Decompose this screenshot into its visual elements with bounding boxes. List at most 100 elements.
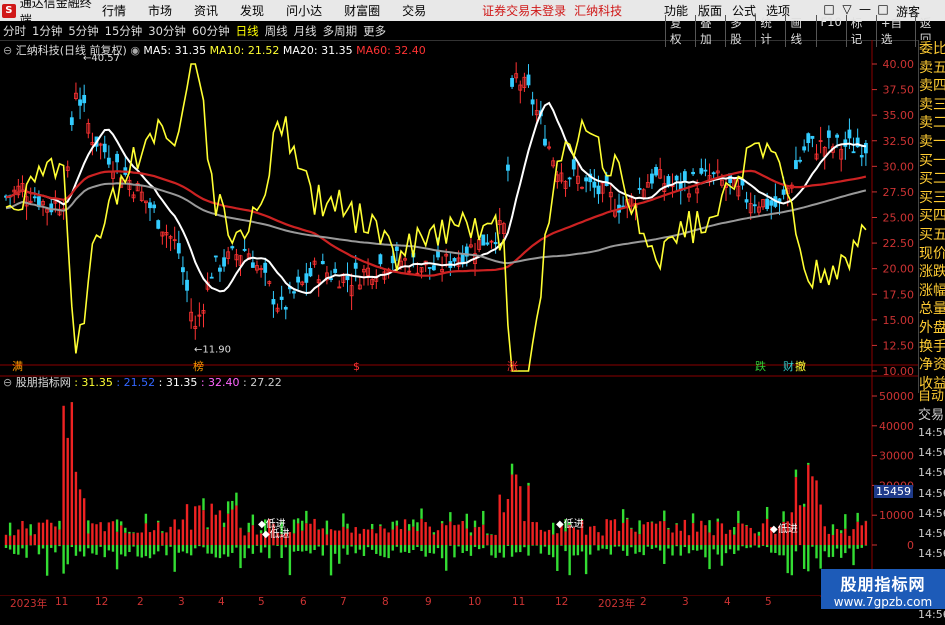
timeframe-tab-3[interactable]: 15分钟 bbox=[105, 24, 143, 38]
quote-row-13[interactable]: 涨幅 bbox=[919, 282, 945, 301]
timeframe-tab-9[interactable]: 多周期 bbox=[323, 24, 358, 38]
indicator-cursor-value: 15459 bbox=[874, 485, 913, 498]
volume-neg-bar bbox=[466, 545, 468, 551]
volume-neg-bar bbox=[433, 545, 435, 554]
volume-green-segment bbox=[486, 533, 488, 534]
trade-login-notice[interactable]: 证券交易未登录 bbox=[482, 2, 566, 19]
menu-news[interactable]: 资讯 bbox=[194, 2, 218, 19]
volume-neg-bar bbox=[511, 545, 513, 557]
timeframe-tab-7[interactable]: 周线 bbox=[265, 24, 288, 38]
quote-row-14[interactable]: 总量 bbox=[919, 300, 945, 319]
menu-discover[interactable]: 发现 bbox=[240, 2, 264, 19]
quote-row-9[interactable]: 买四 bbox=[919, 207, 945, 226]
volume-neg-bar bbox=[651, 545, 653, 549]
candle-body bbox=[149, 203, 152, 208]
auto-label[interactable]: 自动 bbox=[918, 385, 945, 404]
volume-bar bbox=[157, 522, 159, 545]
quote-row-17[interactable]: 净资 bbox=[919, 356, 945, 375]
timeframe-tab-5[interactable]: 60分钟 bbox=[192, 24, 230, 38]
quote-row-4[interactable]: 卖二 bbox=[919, 114, 945, 133]
quote-row-6[interactable]: 买一 bbox=[919, 152, 945, 171]
volume-neg-bar bbox=[614, 545, 616, 547]
date-tick-11: 10 bbox=[468, 596, 481, 608]
volume-green-segment bbox=[301, 521, 303, 531]
timeframe-tab-10[interactable]: 更多 bbox=[363, 24, 386, 38]
volume-bar bbox=[585, 535, 587, 545]
menu-market[interactable]: 市场 bbox=[148, 2, 172, 19]
volume-neg-bar bbox=[844, 545, 846, 553]
trade-label[interactable]: 交易 bbox=[918, 404, 945, 423]
timeframe-tab-8[interactable]: 月线 bbox=[294, 24, 317, 38]
volume-bar bbox=[71, 402, 73, 545]
volume-neg-bar bbox=[260, 545, 262, 553]
quote-row-12[interactable]: 涨跌 bbox=[919, 263, 945, 282]
kline-chart[interactable]: 40.0037.5035.0032.5030.0027.5025.0022.50… bbox=[0, 40, 918, 609]
candle-body bbox=[218, 268, 221, 271]
volume-bar bbox=[375, 533, 377, 545]
collapse-icon[interactable]: ◉ bbox=[130, 44, 140, 57]
volume-bar bbox=[704, 525, 706, 545]
volume-bar bbox=[741, 524, 743, 545]
menu-trade[interactable]: 交易 bbox=[402, 2, 426, 19]
volume-neg-bar bbox=[441, 545, 443, 558]
timeframe-tab-1[interactable]: 1分钟 bbox=[32, 24, 62, 38]
volume-bar bbox=[404, 519, 406, 545]
quote-row-0[interactable]: 委比 bbox=[919, 40, 945, 59]
candle-body bbox=[864, 143, 867, 152]
volume-green-segment bbox=[392, 522, 394, 530]
volume-neg-bar bbox=[791, 545, 793, 575]
candle-body bbox=[379, 255, 382, 264]
menu-quotes[interactable]: 行情 bbox=[102, 2, 126, 19]
volume-neg-bar bbox=[647, 545, 649, 547]
quote-row-10[interactable]: 买五 bbox=[919, 226, 945, 245]
top-stock-name: 汇纳科技 bbox=[574, 2, 622, 19]
menu-wealth[interactable]: 财富圈 bbox=[344, 2, 380, 19]
volume-neg-bar bbox=[404, 545, 406, 552]
volume-neg-bar bbox=[856, 545, 858, 549]
volume-bar bbox=[392, 530, 394, 545]
volume-neg-bar bbox=[766, 545, 768, 547]
volume-bar bbox=[684, 520, 686, 545]
volume-neg-bar bbox=[235, 545, 237, 548]
quote-row-7[interactable]: 买二 bbox=[919, 170, 945, 189]
volume-bar bbox=[630, 529, 632, 545]
volume-bar bbox=[540, 530, 542, 545]
volume-bar bbox=[383, 529, 385, 545]
volume-neg-bar bbox=[478, 545, 480, 549]
volume-bar bbox=[856, 522, 858, 545]
volume-neg-bar bbox=[725, 545, 727, 553]
quote-row-8[interactable]: 买三 bbox=[919, 189, 945, 208]
candle-body bbox=[585, 178, 588, 181]
volume-bar bbox=[309, 524, 311, 545]
volume-neg-bar bbox=[342, 545, 344, 549]
timeframe-tab-6[interactable]: 日线 bbox=[236, 24, 259, 38]
quote-row-16[interactable]: 换手 bbox=[919, 338, 945, 357]
timeframe-tab-2[interactable]: 5分钟 bbox=[68, 24, 98, 38]
indicator-settings-icon[interactable]: ⊖ bbox=[3, 376, 12, 389]
quote-row-11[interactable]: 现价 bbox=[919, 245, 945, 264]
volume-green-segment bbox=[766, 507, 768, 519]
volume-neg-bar bbox=[99, 545, 101, 547]
quote-row-1[interactable]: 卖五 bbox=[919, 59, 945, 78]
volume-bar bbox=[688, 535, 690, 545]
volume-bar bbox=[601, 536, 603, 545]
volume-neg-bar bbox=[124, 545, 126, 556]
volume-neg-bar bbox=[437, 545, 439, 548]
quote-row-15[interactable]: 外盘 bbox=[919, 319, 945, 338]
price-label-0: 40.00 bbox=[883, 58, 915, 71]
quote-row-3[interactable]: 卖三 bbox=[919, 96, 945, 115]
timeframe-tab-0[interactable]: 分时 bbox=[3, 24, 26, 38]
quote-row-5[interactable]: 卖一 bbox=[919, 133, 945, 152]
candle-body bbox=[103, 144, 106, 152]
volume-neg-bar bbox=[379, 545, 381, 556]
menu-ask[interactable]: 问小达 bbox=[286, 2, 322, 19]
volume-bar bbox=[811, 476, 813, 545]
main-menu: 行情 市场 资讯 发现 问小达 财富圈 交易 bbox=[102, 2, 448, 19]
candle-body bbox=[745, 200, 748, 202]
chart-settings-icon[interactable]: ⊖ bbox=[3, 44, 12, 57]
volume-neg-bar bbox=[515, 545, 517, 552]
timeframe-tab-4[interactable]: 30分钟 bbox=[148, 24, 186, 38]
candle-body bbox=[531, 100, 534, 104]
quote-row-2[interactable]: 卖四 bbox=[919, 77, 945, 96]
volume-neg-bar bbox=[424, 545, 426, 557]
